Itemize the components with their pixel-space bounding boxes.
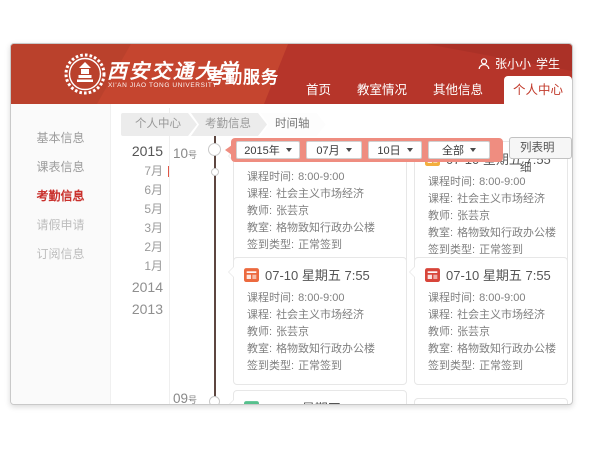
attendance-status-icon: [425, 267, 440, 282]
breadcrumb-attendance-info[interactable]: 考勤信息: [191, 113, 267, 136]
timeline-node-day09: [209, 396, 220, 405]
breadcrumb: 个人中心 考勤信息 时间轴: [121, 113, 326, 136]
date-nav-month-1[interactable]: 1月: [115, 257, 163, 276]
sidebar: 基本信息 课表信息 考勤信息 请假申请 订阅信息: [11, 104, 111, 404]
nav-tab-personal-center[interactable]: 个人中心: [504, 76, 572, 104]
date-nav-month-5[interactable]: 5月: [115, 200, 163, 219]
timeline-axis: [214, 120, 216, 404]
university-name-en: XI'AN JIAO TONG UNIVERSITY: [108, 82, 217, 89]
list-detail-button[interactable]: 列表明细: [509, 137, 572, 159]
chevron-down-icon: [470, 148, 476, 152]
nav-tab-other-info[interactable]: 其他信息: [420, 76, 496, 104]
breadcrumb-timeline[interactable]: 时间轴: [261, 113, 326, 136]
date-nav-month-6[interactable]: 6月: [115, 181, 163, 200]
user-menu[interactable]: 张小小 学生: [478, 55, 560, 72]
person-icon: [478, 58, 490, 70]
user-name: 张小小: [495, 55, 531, 72]
date-nav-month-3[interactable]: 3月: [115, 219, 163, 238]
university-logo-icon: [64, 53, 106, 95]
card-title: 07-10 星期五 7:55: [446, 265, 551, 284]
day-select[interactable]: 10日: [368, 141, 422, 159]
app-header: 西安交通大学 XI'AN JIAO TONG UNIVERSITY 考勤服务 张…: [11, 44, 572, 104]
chevron-down-icon: [407, 148, 413, 152]
card-fields: 课程时间:8:00-9:00课程:社会主义市场经济教师:张芸京教室:格物致知行政…: [415, 171, 567, 268]
date-filter-bar: 2015年 07月 10日 全部: [231, 138, 503, 162]
date-nav-year-2014[interactable]: 2014: [115, 276, 163, 298]
timeline-day-label-10: 10号: [173, 145, 197, 163]
date-nav: 2015 7月 6月 5月 3月 2月 1月 2014 2013: [115, 140, 163, 320]
sidebar-item-attendance-info[interactable]: 考勤信息: [11, 182, 110, 211]
user-role: 学生: [536, 55, 560, 72]
date-nav-month-7[interactable]: 7月: [115, 162, 163, 181]
main-nav: 首页 教室情况 其他信息 个人中心: [293, 76, 572, 104]
timeline-day-label-09: 09号: [173, 390, 197, 405]
attendance-card: 07-10 星期五 7:55 课程时间:8:00-9:00课程:社会主义市场经济…: [233, 257, 407, 385]
attendance-app-window: 西安交通大学 XI'AN JIAO TONG UNIVERSITY 考勤服务 张…: [10, 43, 573, 405]
sidebar-item-subscription-info[interactable]: 订阅信息: [11, 240, 110, 269]
sidebar-item-schedule-info[interactable]: 课表信息: [11, 153, 110, 182]
date-nav-year-2013[interactable]: 2013: [115, 298, 163, 320]
sidebar-item-basic-info[interactable]: 基本信息: [11, 124, 110, 153]
card-title: 07-10 星期五 7:55: [265, 265, 370, 284]
timeline-node-small: [211, 168, 219, 176]
attendance-card: 07-09 星期四 7:55: [233, 390, 407, 405]
attendance-status-icon: [244, 400, 259, 405]
chevron-down-icon: [346, 148, 352, 152]
breadcrumb-personal-center[interactable]: 个人中心: [121, 113, 197, 136]
type-select[interactable]: 全部: [428, 141, 490, 159]
attendance-card: [414, 398, 568, 405]
attendance-card: 07-10 星期五 7:55 课程时间:8:00-9:00课程:社会主义市场经济…: [414, 257, 568, 385]
nav-tab-classrooms[interactable]: 教室情况: [344, 76, 420, 104]
date-nav-month-2[interactable]: 2月: [115, 238, 163, 257]
card-fields: 课程时间:8:00-9:00课程:社会主义市场经济教师:张芸京教室:格物致知行政…: [415, 287, 567, 384]
date-nav-year-2015[interactable]: 2015: [115, 140, 163, 162]
service-title: 考勤服务: [207, 63, 279, 88]
year-select[interactable]: 2015年: [236, 141, 300, 159]
date-nav-divider: [169, 108, 170, 404]
chevron-down-icon: [286, 148, 292, 152]
card-title: 07-09 星期四 7:55: [265, 398, 370, 405]
sidebar-item-leave-request[interactable]: 请假申请: [11, 211, 110, 240]
timeline-node-day10: [208, 143, 221, 156]
month-select[interactable]: 07月: [306, 141, 362, 159]
card-fields: 课程时间:8:00-9:00课程:社会主义市场经济教师:张芸京教室:格物致知行政…: [234, 287, 406, 384]
nav-tab-home[interactable]: 首页: [293, 76, 344, 104]
attendance-status-icon: [244, 267, 259, 282]
